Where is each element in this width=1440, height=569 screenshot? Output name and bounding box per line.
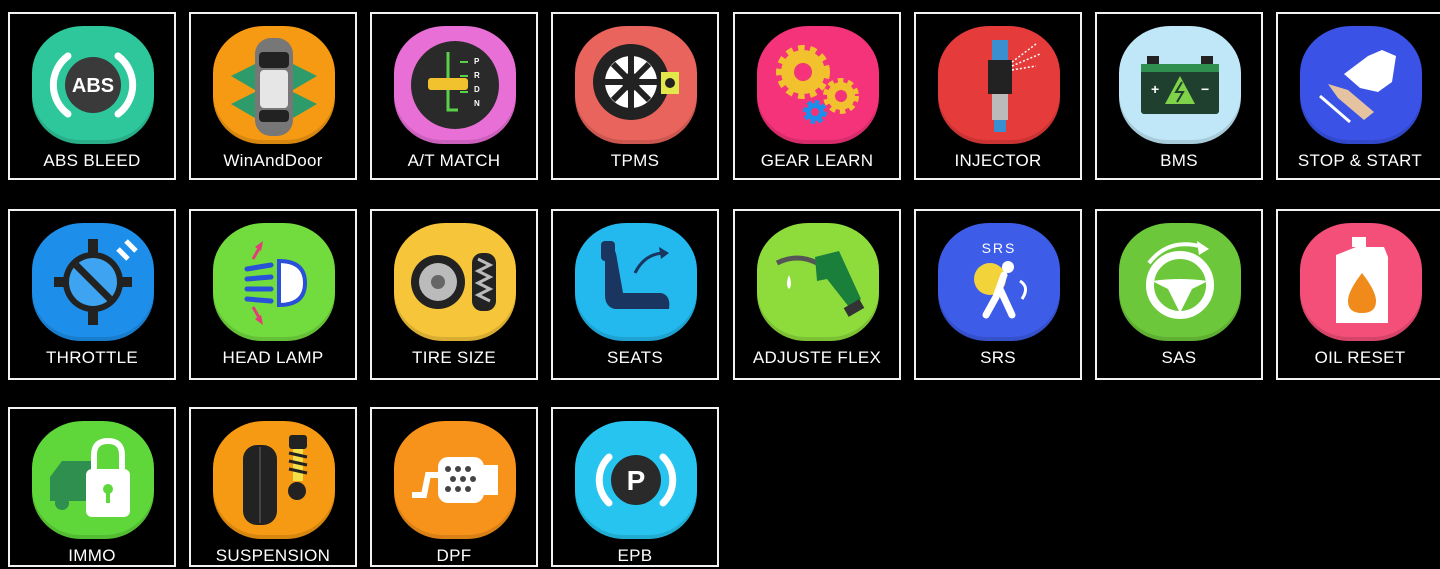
immo-lock-icon — [32, 421, 154, 539]
prnd-p-text: P — [474, 57, 480, 66]
headlamp-icon — [213, 223, 335, 341]
tile-label: A/T MATCH — [407, 151, 501, 170]
tile-epb[interactable]: P EPB — [551, 407, 719, 567]
tile-label: SRS — [980, 348, 1016, 367]
tile-suspension[interactable]: SUSPENSION — [189, 407, 357, 567]
tile-label: SAS — [1161, 348, 1197, 367]
tile-srs[interactable]: SRS SRS — [914, 209, 1082, 380]
tile-stop-start[interactable]: STOP & START — [1276, 12, 1440, 180]
tile-sas[interactable]: SAS — [1095, 209, 1263, 380]
tire-size-icon — [394, 223, 516, 341]
tile-tire-size[interactable]: TIRE SIZE — [370, 209, 538, 380]
gear-shifter-icon: P R D N — [394, 26, 516, 144]
prnd-d-text: D — [474, 85, 480, 94]
oil-can-icon — [1300, 223, 1422, 341]
tile-head-lamp[interactable]: HEAD LAMP — [189, 209, 357, 380]
tile-winanddoor[interactable]: WinAndDoor — [189, 12, 357, 180]
tile-label: DPF — [436, 546, 472, 565]
abs-icon: ABS — [32, 26, 154, 144]
dpf-icon — [394, 421, 516, 539]
tile-adjuste-flex[interactable]: ADJUSTE FLEX — [733, 209, 901, 380]
bms-plus-text: + — [1151, 81, 1159, 97]
prnd-r-text: R — [474, 71, 480, 80]
tile-injector[interactable]: INJECTOR — [914, 12, 1082, 180]
tile-label: HEAD LAMP — [222, 348, 324, 367]
srs-icon-text: SRS — [982, 240, 1017, 256]
pedal-icon — [1300, 26, 1422, 144]
prnd-n-text: N — [474, 99, 480, 108]
tile-at-match[interactable]: P R D N A/T MATCH — [370, 12, 538, 180]
tile-abs-bleed[interactable]: ABS ABS BLEED — [8, 12, 176, 180]
battery-icon: + − — [1119, 26, 1241, 144]
tile-label: ABS BLEED — [43, 151, 141, 170]
epb-icon-text: P — [627, 465, 646, 496]
tile-seats[interactable]: SEATS — [551, 209, 719, 380]
tile-immo[interactable]: IMMO — [8, 407, 176, 567]
tile-label: IMMO — [68, 546, 116, 565]
suspension-icon — [213, 421, 335, 539]
tile-label: OIL RESET — [1314, 348, 1406, 367]
airbag-icon: SRS — [938, 223, 1060, 341]
fuel-nozzle-icon — [757, 223, 879, 341]
tile-label: GEAR LEARN — [760, 151, 874, 170]
car-doors-icon — [213, 26, 335, 144]
tile-throttle[interactable]: THROTTLE — [8, 209, 176, 380]
parking-brake-icon: P — [575, 421, 697, 539]
bms-minus-text: − — [1201, 81, 1209, 97]
tire-pressure-icon — [575, 26, 697, 144]
tile-oil-reset[interactable]: OIL RESET — [1276, 209, 1440, 380]
tile-label: TIRE SIZE — [412, 348, 496, 367]
tile-label: BMS — [1160, 151, 1198, 170]
tile-label: WinAndDoor — [223, 151, 323, 170]
tile-bms[interactable]: + − BMS — [1095, 12, 1263, 180]
abs-icon-text: ABS — [72, 75, 114, 97]
tile-label: ADJUSTE FLEX — [752, 348, 882, 367]
tile-label: EPB — [617, 546, 653, 565]
tile-label: TPMS — [610, 151, 660, 170]
tile-label: STOP & START — [1297, 151, 1423, 170]
tile-label: SUSPENSION — [215, 546, 331, 565]
tile-gear-learn[interactable]: GEAR LEARN — [733, 12, 901, 180]
tile-dpf[interactable]: DPF — [370, 407, 538, 567]
tile-tpms[interactable]: TPMS — [551, 12, 719, 180]
injector-icon — [938, 26, 1060, 144]
tile-label: SEATS — [607, 348, 663, 367]
throttle-icon — [32, 223, 154, 341]
tile-label: INJECTOR — [954, 151, 1042, 170]
seat-icon — [575, 223, 697, 341]
gears-icon — [757, 26, 879, 144]
tile-label: THROTTLE — [45, 348, 139, 367]
steering-wheel-icon — [1119, 223, 1241, 341]
